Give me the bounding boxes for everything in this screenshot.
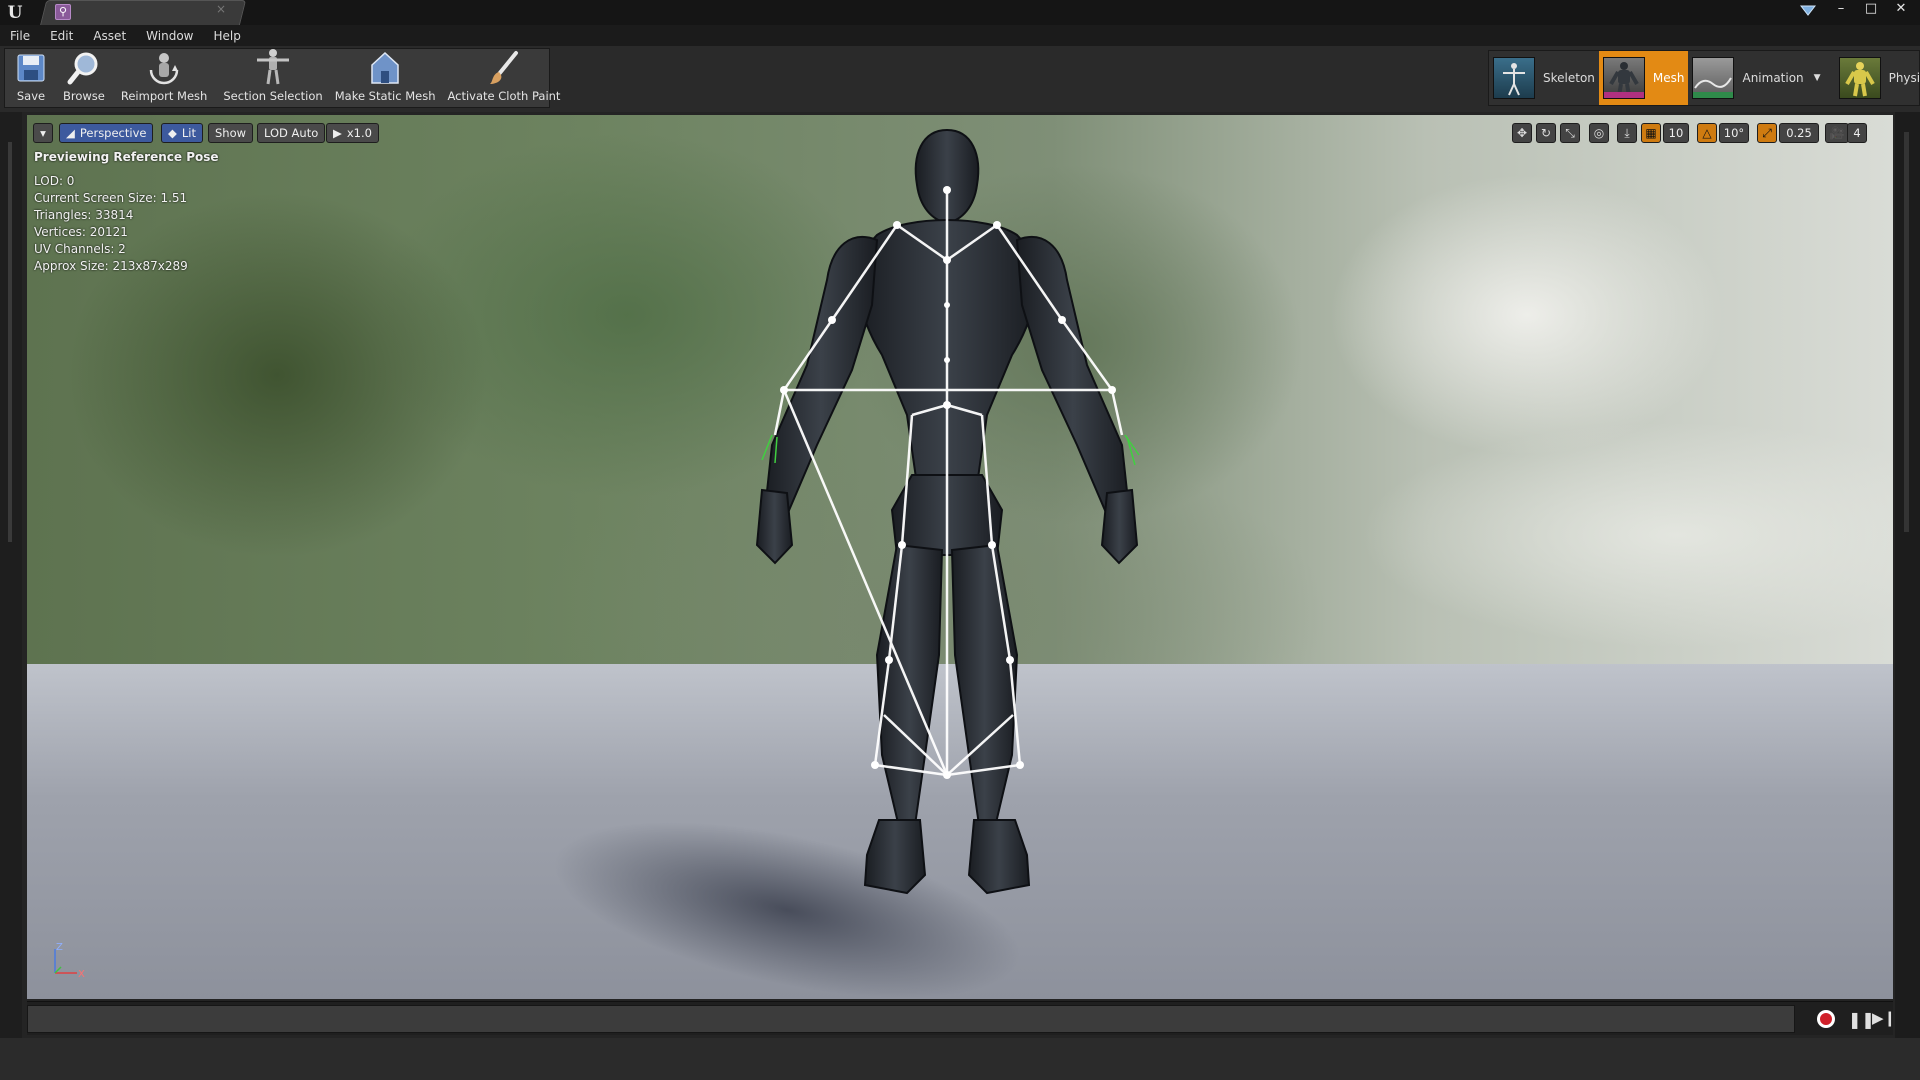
- play-icon: ▶: [333, 126, 342, 140]
- mode-skeleton[interactable]: Skeleton: [1489, 51, 1599, 105]
- axis-x-label: X: [78, 969, 85, 980]
- menu-file[interactable]: File: [10, 29, 30, 43]
- info-triangles: Triangles: 33814: [34, 208, 134, 222]
- section-selection-button[interactable]: Section Selection: [217, 49, 328, 107]
- scale-snap-icon[interactable]: ⤢: [1757, 123, 1777, 143]
- make-static-mesh-icon: [365, 49, 405, 86]
- animation-mode-icon: [1692, 57, 1735, 99]
- menu-edit[interactable]: Edit: [50, 29, 73, 43]
- mode-skeleton-label: Skeleton: [1543, 71, 1595, 85]
- save-icon: [11, 49, 51, 86]
- menu-window[interactable]: Window: [146, 29, 193, 43]
- cloth-paint-icon: [484, 49, 524, 86]
- save-button[interactable]: Save: [5, 49, 57, 107]
- activate-cloth-paint-label: Activate Cloth Paint: [447, 89, 561, 103]
- chevron-down-icon[interactable]: ▼: [1814, 73, 1821, 83]
- save-label: Save: [16, 89, 46, 103]
- mesh-info-overlay: Previewing Reference Pose LOD: 0 Current…: [34, 149, 219, 275]
- info-approx-size: Approx Size: 213x87x289: [34, 259, 188, 273]
- grid-snap-icon[interactable]: ▦: [1641, 123, 1661, 143]
- timeline-track[interactable]: [27, 1005, 1795, 1033]
- rotation-snap-icon[interactable]: △: [1697, 123, 1717, 143]
- preview-pose-heading: Previewing Reference Pose: [34, 150, 219, 164]
- grid-snap-value[interactable]: 10: [1663, 123, 1689, 143]
- left-scrollbar[interactable]: [8, 142, 12, 542]
- axis-gizmo: Z X: [54, 942, 85, 980]
- skeletal-mesh-icon: ⚲: [55, 4, 71, 20]
- show-button[interactable]: Show: [208, 123, 254, 143]
- physics-mode-icon: [1838, 57, 1881, 99]
- right-panel-strip: [1895, 112, 1920, 1038]
- mode-mesh-label: Mesh: [1652, 71, 1685, 85]
- scale-tool-icon[interactable]: ⤡: [1560, 123, 1580, 143]
- world-local-icon[interactable]: ◎: [1589, 123, 1609, 143]
- mesh-mode-icon: [1602, 57, 1645, 99]
- rotation-snap-value[interactable]: 10°: [1719, 123, 1749, 143]
- step-forward-icon[interactable]: ▶❙: [1872, 1009, 1896, 1027]
- lod-label: LOD Auto: [264, 126, 319, 140]
- browse-label: Browse: [63, 89, 105, 103]
- lod-button[interactable]: LOD Auto: [257, 123, 326, 143]
- character-mesh[interactable]: [27, 115, 1893, 999]
- close-tab-icon[interactable]: ×: [216, 2, 226, 16]
- mode-animation-label: Animation: [1742, 71, 1804, 85]
- menu-asset[interactable]: Asset: [93, 29, 126, 43]
- info-lod: LOD: 0: [34, 174, 75, 188]
- pause-icon[interactable]: ❚❚: [1848, 1010, 1875, 1029]
- playback-speed-label: x1.0: [346, 126, 372, 140]
- show-label: Show: [215, 126, 247, 140]
- window-controls: – □ ✕: [1830, 0, 1912, 18]
- surface-snap-icon[interactable]: ⤓: [1617, 123, 1637, 143]
- perspective-label: Perspective: [79, 126, 147, 140]
- mode-mesh[interactable]: Mesh: [1598, 51, 1689, 105]
- section-selection-label: Section Selection: [223, 89, 323, 103]
- maximize-button[interactable]: □: [1860, 1, 1882, 17]
- asset-toolbar: Save Browse Reimport Mesh Section Select…: [4, 48, 560, 108]
- make-static-mesh-button[interactable]: Make Static Mesh: [329, 49, 442, 107]
- menu-help[interactable]: Help: [213, 29, 240, 43]
- reimport-icon: [144, 49, 184, 86]
- preview-viewport[interactable]: ▾ ◢ Perspective ◆ Lit Show LOD Auto ▶ x1…: [27, 115, 1893, 999]
- mode-physics-label: Physics: [1888, 71, 1920, 85]
- timeline-bar: ❚❚ ▶❙: [27, 1001, 1896, 1035]
- notification-icon[interactable]: [1800, 4, 1816, 16]
- section-selection-icon: [253, 48, 293, 86]
- reimport-mesh-label: Reimport Mesh: [120, 89, 208, 103]
- toolbar-area: Save Browse Reimport Mesh Section Select…: [0, 46, 1920, 112]
- view-mode-icon: ◆: [168, 126, 177, 140]
- lit-label: Lit: [181, 126, 196, 140]
- record-icon[interactable]: [1817, 1010, 1835, 1028]
- perspective-button[interactable]: ◢ Perspective: [59, 123, 154, 143]
- reimport-mesh-button[interactable]: Reimport Mesh: [115, 49, 213, 107]
- info-screen-size: Current Screen Size: 1.51: [34, 191, 188, 205]
- lit-button[interactable]: ◆ Lit: [161, 123, 203, 143]
- browse-button[interactable]: Browse: [57, 49, 111, 107]
- camera-speed-icon[interactable]: 🎥: [1825, 123, 1849, 143]
- right-scrollbar[interactable]: [1904, 132, 1909, 532]
- skeleton-mode-icon: [1493, 57, 1535, 99]
- camera-icon: ◢: [66, 126, 75, 140]
- left-panel-strip: [0, 112, 22, 1038]
- scale-snap-value[interactable]: 0.25: [1779, 123, 1819, 143]
- editor-mode-switcher: Skeleton Mesh Animation ▼ Physics: [1488, 50, 1920, 106]
- rotate-tool-icon[interactable]: ↻: [1536, 123, 1556, 143]
- title-bar: U ⚲ × – □ ✕: [0, 0, 1920, 25]
- camera-speed-value[interactable]: 4: [1847, 123, 1867, 143]
- browse-icon: [64, 49, 104, 86]
- status-area: [0, 1038, 1920, 1080]
- axis-z-label: Z: [56, 942, 63, 953]
- close-window-button[interactable]: ✕: [1890, 1, 1912, 17]
- unreal-logo-icon: U: [7, 3, 23, 23]
- activate-cloth-paint-button[interactable]: Activate Cloth Paint: [441, 49, 566, 107]
- translate-tool-icon[interactable]: ✥: [1512, 123, 1532, 143]
- info-vertices: Vertices: 20121: [34, 225, 128, 239]
- menu-bar: File Edit Asset Window Help: [0, 25, 1920, 46]
- make-static-mesh-label: Make Static Mesh: [334, 89, 436, 103]
- mode-physics[interactable]: Physics: [1835, 51, 1920, 105]
- mode-animation[interactable]: Animation ▼: [1688, 51, 1824, 105]
- viewport-options-button[interactable]: ▾: [33, 123, 53, 143]
- info-uv-channels: UV Channels: 2: [34, 242, 126, 256]
- playback-speed-button[interactable]: ▶ x1.0: [326, 123, 379, 143]
- minimize-button[interactable]: –: [1830, 1, 1852, 17]
